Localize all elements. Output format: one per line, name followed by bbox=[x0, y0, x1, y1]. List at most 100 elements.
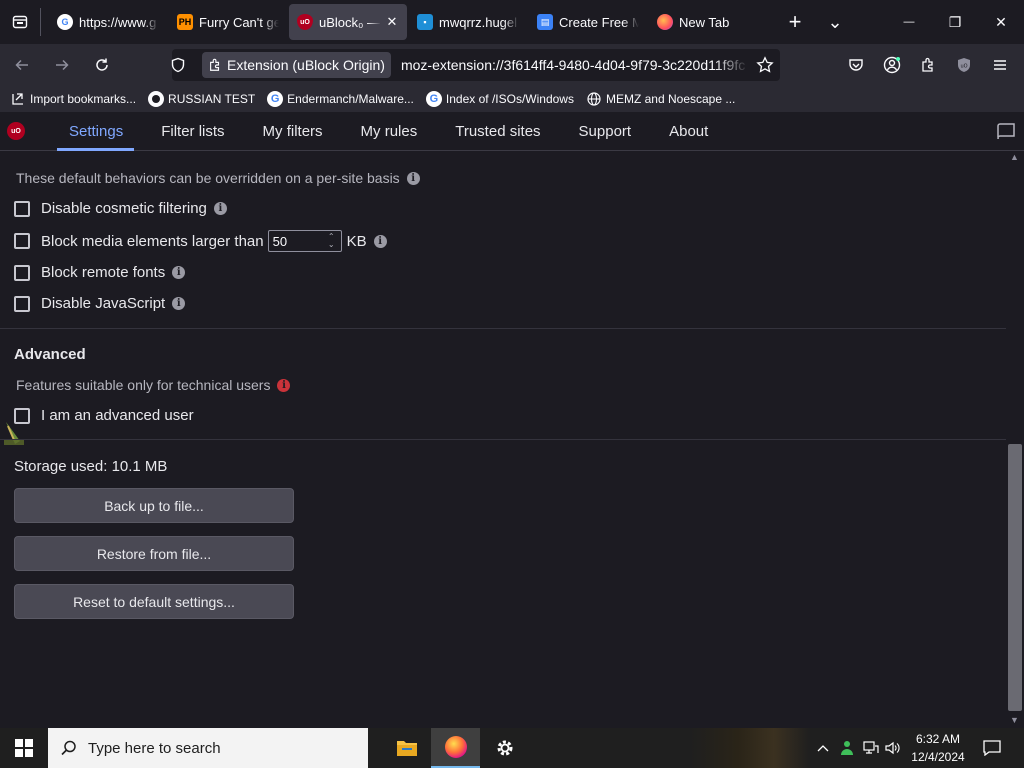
taskbar-clock[interactable]: 6:32 AM 12/4/2024 bbox=[904, 730, 972, 766]
account-icon bbox=[883, 56, 901, 74]
bookmark-memz[interactable]: MEMZ and Noescape ... bbox=[586, 91, 735, 107]
search-icon bbox=[61, 740, 76, 756]
taskbar-search[interactable]: Type here to search bbox=[48, 728, 368, 768]
tab-filter-lists[interactable]: Filter lists bbox=[161, 112, 243, 151]
url-text[interactable]: moz-extension://3f614ff4-9480-4d04-9f79-… bbox=[401, 57, 749, 73]
app-menu-button[interactable] bbox=[982, 49, 1018, 81]
google-icon: G bbox=[425, 91, 442, 107]
volume-tray-icon[interactable] bbox=[884, 728, 902, 768]
tab-google[interactable]: G https://www.g bbox=[49, 4, 167, 40]
settings-taskbar-button[interactable] bbox=[480, 728, 529, 768]
identity-box[interactable]: Extension (uBlock Origin) bbox=[202, 52, 391, 78]
bookmark-import[interactable]: Import bookmarks... bbox=[10, 91, 136, 107]
media-size-input[interactable]: 50 ⌃ ⌄ bbox=[267, 230, 342, 252]
info-icon[interactable]: i bbox=[373, 234, 387, 248]
checkbox[interactable] bbox=[14, 295, 30, 312]
tab-ph[interactable]: PH Furry Can't ge bbox=[169, 4, 287, 40]
minimize-button[interactable]: — bbox=[886, 0, 932, 44]
bookmark-label: RUSSIAN TEST bbox=[168, 92, 256, 106]
bookmark-label: MEMZ and Noescape ... bbox=[605, 92, 736, 106]
restore-button[interactable]: ❐ bbox=[932, 0, 978, 44]
network-tray-icon[interactable] bbox=[862, 728, 880, 768]
bookmark-endermanch[interactable]: G Endermanch/Malware... bbox=[267, 91, 414, 107]
close-icon: ✕ bbox=[995, 13, 1007, 30]
tab-my-filters[interactable]: My filters bbox=[263, 112, 342, 151]
back-button[interactable] bbox=[4, 49, 40, 81]
forward-arrow-icon bbox=[56, 59, 69, 71]
tab-new-tab[interactable]: New Tab bbox=[649, 4, 767, 40]
spinner-icon[interactable]: ⌃ ⌄ bbox=[328, 233, 335, 249]
reset-button[interactable]: Reset to default settings... bbox=[14, 584, 294, 619]
close-tab-icon[interactable]: ✕ bbox=[385, 14, 399, 30]
info-icon[interactable]: i bbox=[172, 297, 186, 310]
new-tab-button[interactable]: + bbox=[775, 0, 815, 44]
tab-divider bbox=[40, 8, 41, 36]
show-hidden-icons-button[interactable] bbox=[814, 728, 832, 768]
hugel-icon: ▪ bbox=[417, 14, 433, 30]
notifications-button[interactable] bbox=[980, 728, 1004, 768]
reload-button[interactable] bbox=[84, 49, 120, 81]
start-button[interactable] bbox=[0, 728, 48, 768]
option-label[interactable]: I am an advanced user bbox=[41, 407, 194, 424]
tab-my-rules[interactable]: My rules bbox=[361, 112, 437, 151]
option-label[interactable]: Disable cosmetic filtering bbox=[41, 200, 207, 217]
folder-icon bbox=[396, 741, 417, 756]
backup-button[interactable]: Back up to file... bbox=[14, 488, 294, 523]
checkbox[interactable] bbox=[14, 233, 30, 249]
book-icon[interactable] bbox=[996, 123, 1016, 144]
advanced-note: Features suitable only for technical use… bbox=[16, 377, 291, 393]
bookmark-label: Index of /ISOs/Windows bbox=[445, 92, 574, 106]
tab-support[interactable]: Support bbox=[579, 112, 651, 151]
google-icon: G bbox=[267, 91, 284, 107]
option-label[interactable]: Disable JavaScript bbox=[41, 295, 165, 312]
scrollbar-thumb[interactable] bbox=[1008, 444, 1022, 711]
tab-about[interactable]: About bbox=[669, 112, 727, 151]
restore-button[interactable]: Restore from file... bbox=[14, 536, 294, 571]
file-explorer-button[interactable] bbox=[382, 728, 431, 768]
account-button[interactable] bbox=[874, 49, 910, 81]
option-label[interactable]: Block remote fonts bbox=[41, 264, 165, 281]
option-block-fonts: Block remote fonts i bbox=[14, 264, 186, 281]
info-icon[interactable]: i bbox=[213, 202, 227, 215]
bookmark-isos[interactable]: G Index of /ISOs/Windows bbox=[425, 91, 574, 107]
list-all-tabs-button[interactable]: ⌄ bbox=[815, 0, 855, 44]
option-block-media: Block media elements larger than 50 ⌃ ⌄ K… bbox=[14, 230, 387, 252]
tab-label: uBlock₀ — bbox=[319, 14, 381, 30]
bookmark-russian-test[interactable]: RUSSIAN TEST bbox=[148, 91, 255, 107]
restore-icon: ❐ bbox=[948, 13, 962, 30]
checkbox[interactable] bbox=[14, 200, 30, 217]
extensions-button[interactable] bbox=[910, 49, 946, 81]
option-disable-js: Disable JavaScript i bbox=[14, 295, 186, 312]
advanced-heading: Advanced bbox=[14, 346, 86, 363]
ublock-toolbar-button[interactable]: uO bbox=[946, 49, 982, 81]
option-label[interactable]: Block media elements larger than bbox=[41, 233, 264, 250]
firefox-view-button[interactable] bbox=[0, 0, 40, 44]
firefox-icon bbox=[657, 14, 673, 30]
close-window-button[interactable]: ✕ bbox=[978, 0, 1024, 44]
firefox-taskbar-button[interactable] bbox=[431, 728, 480, 768]
tab-trusted-sites[interactable]: Trusted sites bbox=[455, 112, 559, 151]
shield-icon[interactable] bbox=[170, 57, 186, 78]
chevron-up-icon bbox=[817, 745, 829, 752]
tab-hugel[interactable]: ▪ mwqrrz.hugel bbox=[409, 4, 527, 40]
people-tray-icon[interactable] bbox=[838, 728, 856, 768]
pocket-icon bbox=[849, 59, 863, 71]
pocket-button[interactable] bbox=[838, 49, 874, 81]
scroll-down-icon[interactable]: ▼ bbox=[1010, 715, 1019, 725]
scroll-up-icon[interactable]: ▲ bbox=[1010, 152, 1019, 162]
docs-icon: ▤ bbox=[537, 14, 553, 30]
firefox-view-icon bbox=[12, 15, 28, 29]
forward-button[interactable] bbox=[44, 49, 80, 81]
url-bar[interactable]: Extension (uBlock Origin) moz-extension:… bbox=[170, 49, 780, 81]
warning-info-icon[interactable]: i bbox=[277, 378, 291, 392]
tab-create-free[interactable]: ▤ Create Free M bbox=[529, 4, 647, 40]
info-icon[interactable]: i bbox=[406, 171, 420, 185]
identity-label: Extension (uBlock Origin) bbox=[227, 57, 385, 73]
notification-icon bbox=[983, 740, 1001, 756]
info-icon[interactable]: i bbox=[172, 266, 186, 279]
tab-settings[interactable]: Settings bbox=[56, 112, 142, 151]
tab-ublock[interactable]: uO uBlock₀ — ✕ bbox=[289, 4, 407, 40]
taskbar-wallpaper-strip bbox=[690, 728, 810, 768]
bookmark-star-icon[interactable] bbox=[756, 56, 774, 79]
checkbox[interactable] bbox=[14, 264, 30, 281]
